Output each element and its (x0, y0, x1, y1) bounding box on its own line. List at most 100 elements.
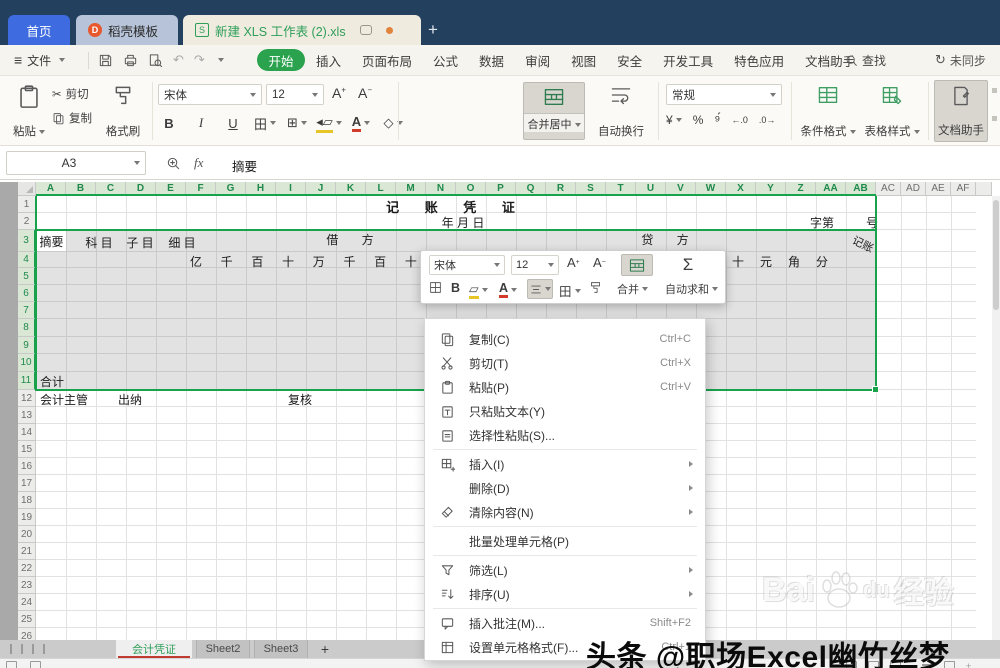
context-item-粘贴[interactable]: 粘贴(P)Ctrl+V (425, 375, 705, 399)
row-header-15[interactable]: 15 (18, 441, 36, 458)
mini-painter-button[interactable] (589, 281, 602, 294)
formula-search-icon[interactable] (166, 156, 181, 171)
context-item-批量处理单元格[interactable]: 批量处理单元格(P) (425, 529, 705, 553)
sheet-tab-active[interactable]: 会计凭证 (116, 640, 192, 658)
tab-docer-templates[interactable]: D 稻壳模板 (76, 15, 178, 45)
col-header-AD[interactable]: AD (901, 182, 926, 196)
quick-access-more-icon[interactable] (218, 58, 224, 62)
row-header-2[interactable]: 2 (18, 213, 36, 230)
cut-button[interactable]: ✂剪切 (52, 86, 89, 102)
tab-home[interactable]: 首页 (8, 15, 70, 45)
merge-center-button[interactable]: 合并居中 (523, 82, 585, 140)
context-item-排序[interactable]: 排序(U) (425, 582, 705, 606)
mini-format-cells-icon[interactable] (429, 281, 442, 294)
format-painter-button[interactable]: 格式刷 (100, 80, 146, 142)
mini-font-size-select[interactable]: 12 (511, 255, 559, 275)
context-item-剪切[interactable]: 剪切(T)Ctrl+X (425, 351, 705, 375)
row-header-25[interactable]: 25 (18, 611, 36, 628)
mini-autosum-label[interactable]: 自动求和 (665, 281, 718, 297)
row-header-13[interactable]: 13 (18, 407, 36, 424)
menu-item-3[interactable]: 公式 (433, 51, 458, 70)
name-box-dropdown-icon[interactable] (134, 161, 140, 165)
wrap-text-button[interactable]: 自动换行 (591, 80, 651, 142)
menu-item-2[interactable]: 页面布局 (362, 51, 412, 70)
decrease-font-button[interactable]: A− (358, 85, 372, 101)
row-header-5[interactable]: 5 (18, 268, 36, 285)
conditional-format-button[interactable]: 条件格式 (798, 80, 858, 142)
row-header-1[interactable]: 1 (18, 196, 36, 213)
search-control[interactable]: 查找 (845, 52, 886, 69)
menu-item-8[interactable]: 开发工具 (663, 51, 713, 70)
row-header-19[interactable]: 19 (18, 509, 36, 526)
vertical-scrollbar[interactable] (992, 196, 1000, 640)
row-header-7[interactable]: 7 (18, 302, 36, 319)
font-color-button[interactable]: A (350, 112, 372, 134)
add-sheet-button[interactable]: + (316, 640, 334, 658)
mini-decrease-font-button[interactable]: A− (593, 255, 606, 270)
currency-button[interactable]: ¥ (666, 113, 682, 127)
row-header-12[interactable]: 12 (18, 390, 36, 407)
context-item-选择性粘贴[interactable]: 选择性粘贴(S)... (425, 423, 705, 447)
scrollbar-thumb[interactable] (993, 200, 999, 310)
sheet-scroll-buttons[interactable] (10, 644, 45, 654)
mini-merge-label[interactable]: 合并 (617, 281, 648, 297)
mini-increase-font-button[interactable]: A+ (567, 255, 580, 270)
sync-status[interactable]: ↻ 未同步 (935, 52, 986, 69)
cell-style-button[interactable]: ⊞ (286, 112, 308, 134)
sheet-tab-sheet3[interactable]: Sheet3 (254, 640, 308, 658)
preview-icon[interactable] (148, 53, 163, 68)
col-header-AF[interactable]: AF (951, 182, 976, 196)
fx-icon[interactable]: fx (194, 155, 203, 171)
fill-handle[interactable] (872, 386, 879, 393)
row-header-16[interactable]: 16 (18, 458, 36, 475)
zoom-in-icon[interactable]: + (966, 661, 971, 668)
new-tab-button[interactable]: + (428, 20, 438, 40)
mini-font-color-button[interactable]: A (499, 281, 517, 298)
row-header-11[interactable]: 11 (18, 372, 36, 390)
mini-bold-button[interactable]: B (451, 281, 460, 295)
menu-item-4[interactable]: 数据 (479, 51, 504, 70)
undo-icon[interactable]: ↶ (173, 52, 184, 68)
row-header-21[interactable]: 21 (18, 543, 36, 560)
font-size-select[interactable]: 12 (266, 84, 324, 105)
menu-item-7[interactable]: 安全 (617, 51, 642, 70)
comma-style-button[interactable]: ⁹́ (714, 112, 720, 128)
context-item-删除[interactable]: 删除(D) (425, 476, 705, 500)
comment-bubble-icon[interactable] (360, 25, 372, 35)
row-header-9[interactable]: 9 (18, 337, 36, 354)
col-header-AE[interactable]: AE (926, 182, 951, 196)
increase-font-button[interactable]: A+ (332, 85, 346, 101)
clear-format-button[interactable]: ◇ (382, 112, 404, 134)
number-format-select[interactable]: 常规 (666, 84, 782, 105)
col-header-AC[interactable]: AC (876, 182, 901, 196)
context-item-复制[interactable]: 复制(C)Ctrl+C (425, 327, 705, 351)
paste-button[interactable]: 粘贴 (6, 80, 52, 142)
row-header-8[interactable]: 8 (18, 319, 36, 337)
bold-button[interactable]: B (158, 112, 180, 134)
mini-borders-button[interactable]: 田 (559, 281, 581, 300)
table-style-button[interactable]: 表格样式 (862, 80, 922, 142)
borders-button[interactable]: 田 (254, 112, 276, 134)
file-menu[interactable]: ≡ 文件 (14, 52, 65, 69)
menu-item-5[interactable]: 审阅 (525, 51, 550, 70)
italic-button[interactable]: I (190, 112, 212, 134)
save-icon[interactable] (98, 53, 113, 68)
mini-fill-color-button[interactable]: ▱ (469, 281, 488, 299)
redo-icon[interactable]: ↷ (194, 52, 205, 68)
row-header-23[interactable]: 23 (18, 577, 36, 594)
context-item-插入[interactable]: 插入(I) (425, 452, 705, 476)
select-all-corner[interactable] (18, 182, 36, 196)
mini-autosum-button[interactable]: Σ (673, 253, 703, 277)
row-header-3[interactable]: 3 (18, 230, 36, 252)
doc-assistant-button[interactable]: 文档助手 (934, 80, 988, 142)
tab-active-document[interactable]: S 新建 XLS 工作表 (2).xls (183, 15, 421, 45)
mini-font-name-select[interactable]: 宋体 (429, 255, 505, 275)
row-header-4[interactable]: 4 (18, 252, 36, 268)
ribbon-tab-start[interactable]: 开始 (257, 49, 305, 71)
row-header-20[interactable]: 20 (18, 526, 36, 543)
menu-item-6[interactable]: 视图 (571, 51, 596, 70)
increase-decimal-button[interactable]: ←.0 (731, 115, 748, 125)
context-item-筛选[interactable]: 筛选(L) (425, 558, 705, 582)
decrease-decimal-button[interactable]: .0→ (759, 115, 776, 125)
row-header-17[interactable]: 17 (18, 475, 36, 492)
